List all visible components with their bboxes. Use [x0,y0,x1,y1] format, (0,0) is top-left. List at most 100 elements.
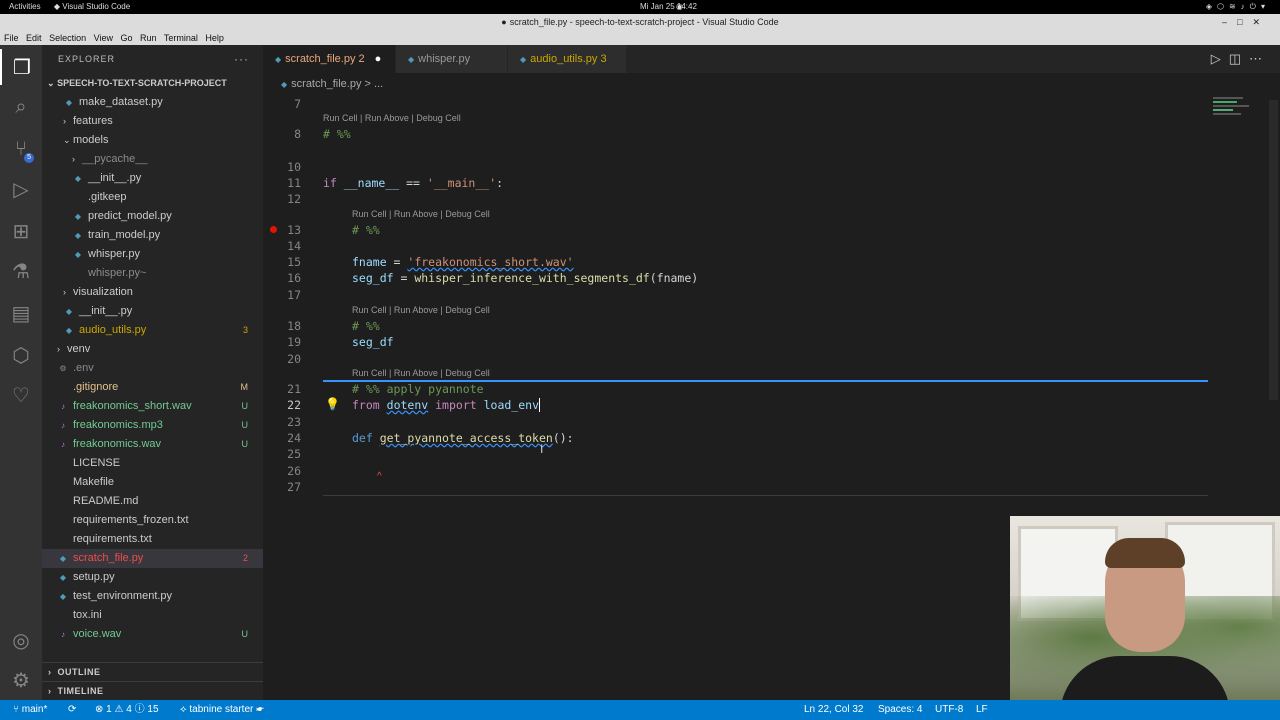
account-icon[interactable]: ◎ [0,622,42,658]
system-tray[interactable]: ◈⬡≋♪⏻▾ [1206,0,1270,14]
codelens-run-cell[interactable]: Run Cell | Run Above | Debug Cell [352,367,490,379]
cursor-position[interactable]: Ln 22, Col 32 [804,700,864,720]
tree-item[interactable]: ◆ train_model.py [42,226,263,245]
tree-item[interactable]: LICENSE [42,454,263,473]
tabnine-status[interactable]: ⟡ tabnine starter ☛ [180,700,264,720]
tree-item[interactable]: ◆ __init__.py [42,302,263,321]
python-file-icon: ◆ [65,326,73,335]
explorer-header: EXPLORER ··· [42,45,263,73]
tree-item[interactable]: ♪ freakonomics.mp3 U [42,416,263,435]
remote-icon[interactable]: ⬡ [0,337,42,373]
line-number: 17 [287,288,301,302]
system-clock[interactable]: Mi Jan 25 14:42 [640,0,697,14]
tree-item[interactable]: ◆ whisper.py [42,245,263,264]
unsaved-dot-icon[interactable]: ● [375,53,382,65]
breadcrumb-symbols[interactable]: ... [374,78,383,90]
tree-item[interactable]: ◆ scratch_file.py 2 [42,549,263,568]
maximize-icon[interactable]: □ [1237,17,1252,27]
minimize-icon[interactable]: – [1222,17,1237,27]
tree-item-label: __init__.py [79,305,133,317]
run-python-icon[interactable]: ▷ [1211,51,1229,66]
more-actions-icon[interactable]: ··· [234,45,249,73]
git-branch[interactable]: ⑂ main* [13,700,47,720]
codelens-run-cell[interactable]: Run Cell | Run Above | Debug Cell [352,304,490,316]
split-editor-icon[interactable]: ◫ [1229,51,1249,66]
tree-item[interactable]: requirements.txt [42,530,263,549]
menu-edit[interactable]: Edit [26,33,42,43]
system-activities[interactable]: Activities ◆ Visual Studio Code [9,0,130,14]
tree-item[interactable]: › features [42,112,263,131]
menu-run[interactable]: Run [140,33,157,43]
codelens-run-cell[interactable]: Run Cell | Run Above | Debug Cell [352,208,490,220]
outline-section[interactable]: › OUTLINE [42,662,263,681]
more-actions-icon[interactable]: ⋯ [1249,51,1270,66]
codelens-run-cell[interactable]: Run Cell | Run Above | Debug Cell [323,112,461,124]
tree-item[interactable]: ◆ predict_model.py [42,207,263,226]
code-line-current: from dotenv import load_env [352,398,540,412]
run-debug-icon[interactable]: ▷ [0,171,42,207]
tab-whisper[interactable]: ◆ whisper.py [396,45,507,73]
tab-scratch-file[interactable]: ◆ scratch_file.py 2 ● [263,45,395,73]
indentation[interactable]: Spaces: 4 [878,700,922,720]
tabnine-label: tabnine starter [189,704,254,715]
tree-item[interactable]: whisper.py~ [42,264,263,283]
testing-icon[interactable]: ⚗ [0,253,42,289]
tree-item[interactable]: ⚙ .env [42,359,263,378]
tree-item[interactable]: tox.ini [42,606,263,625]
files-icon[interactable]: ❐ [0,49,42,85]
webcam-overlay [1010,516,1280,700]
encoding[interactable]: UTF-8 [935,700,963,720]
tree-item[interactable]: ◆ test_environment.py [42,587,263,606]
chevron-right-icon: › [63,116,66,126]
line-number: 12 [287,192,301,206]
line-ending[interactable]: LF [976,700,988,720]
menu-file[interactable]: File [4,33,19,43]
menu-selection[interactable]: Selection [49,33,86,43]
search-icon[interactable]: ⌕ [0,89,42,125]
tab-audio-utils[interactable]: ◆ audio_utils.py 3 [508,45,626,73]
chevron-down-icon: ⌄ [63,135,71,145]
tree-item[interactable]: › __pycache__ [42,150,263,169]
tree-item[interactable]: README.md [42,492,263,511]
tree-item[interactable]: ⌄ models [42,131,263,150]
tree-item-label: models [73,134,109,146]
lightbulb-icon[interactable]: 💡 [325,397,340,411]
scrollbar-thumb[interactable] [1269,100,1278,400]
menu-help[interactable]: Help [205,33,224,43]
window-controls[interactable]: –□✕ [1222,14,1270,31]
tree-item[interactable]: ♪ voice.wav U [42,625,263,644]
tree-item[interactable]: Makefile [42,473,263,492]
timeline-section[interactable]: › TIMELINE [42,681,263,700]
line-number: 26 [287,464,301,478]
sync-icon[interactable]: ⟳ [68,700,76,720]
tabnine-icon[interactable]: ♡ [0,377,42,413]
settings-gear-icon[interactable]: ⚙ [0,662,42,698]
tree-item[interactable]: › venv [42,340,263,359]
breadcrumb-file[interactable]: scratch_file.py [291,78,361,90]
extensions-icon[interactable]: ⊞ [0,213,42,249]
git-status-badge: U [241,439,249,449]
minimap[interactable] [1207,95,1267,135]
menu-terminal[interactable]: Terminal [164,33,198,43]
tree-item[interactable]: requirements_frozen.txt [42,511,263,530]
line-number: 18 [287,319,301,333]
jupyter-icon[interactable]: ▤ [0,295,42,331]
tree-item[interactable]: .gitignore M [42,378,263,397]
project-root[interactable]: ⌄ SPEECH-TO-TEXT-SCRATCH-PROJECT [42,73,263,93]
tree-item[interactable]: ♪ freakonomics_short.wav U [42,397,263,416]
problems-indicator[interactable]: ⊗ 1 ⚠ 4 ⓘ 15 [95,700,159,720]
tree-item[interactable]: ◆ setup.py [42,568,263,587]
tree-item[interactable]: ◆ __init__.py [42,169,263,188]
tree-item[interactable]: .gitkeep [42,188,263,207]
close-icon[interactable]: ✕ [1252,17,1270,27]
tree-item[interactable]: ◆ audio_utils.py 3 [42,321,263,340]
tree-item[interactable]: › visualization [42,283,263,302]
menu-go[interactable]: Go [120,33,132,43]
tree-item[interactable]: ◆ make_dataset.py [42,93,263,112]
breadcrumb-separator: > [364,78,371,90]
tree-item[interactable]: ♪ freakonomics.wav U [42,435,263,454]
source-control-icon[interactable]: ⑂ 5 [0,131,42,167]
tree-item-label: requirements_frozen.txt [73,514,189,526]
webcam-person-hair [1105,538,1185,568]
menu-view[interactable]: View [94,33,113,43]
